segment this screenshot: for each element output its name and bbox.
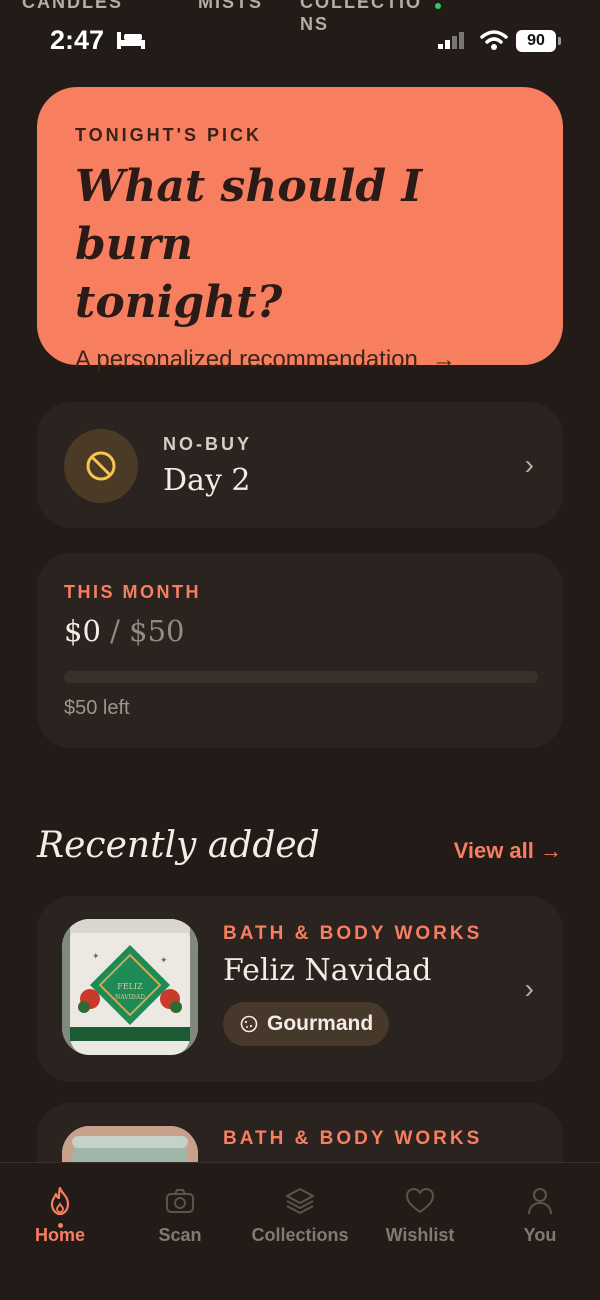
recently-added-heading: Recently added: [37, 825, 320, 866]
tonights-pick-card[interactable]: TONIGHT'S PICK What should I burn tonigh…: [37, 87, 563, 373]
hero-title: What should I burn tonight?: [75, 158, 525, 332]
budget-amount: $50: [129, 614, 185, 648]
heart-icon: [406, 1188, 434, 1213]
tab-label: Home: [34, 1225, 85, 1245]
tab-label: Collections: [251, 1225, 349, 1245]
tab-wishlist[interactable]: Wishlist: [360, 1185, 480, 1246]
arrow-right-icon: →: [431, 346, 456, 373]
battery-indicator: 90: [516, 30, 561, 52]
budget-remaining: $50 left: [64, 697, 130, 719]
cookie-icon: [240, 1015, 258, 1033]
no-buy-day-count: Day 2: [163, 463, 251, 498]
item-brand: BATH & BODY WORKS: [223, 923, 483, 944]
candle-thumbnail: FELIZ NAVIDAD ✦ ✦: [62, 919, 198, 1055]
list-item[interactable]: FELIZ NAVIDAD ✦ ✦ BATH & BODY WORKS Feli…: [37, 896, 563, 1082]
scent-family-label: Gourmand: [267, 1012, 374, 1035]
item-name: Feliz Navidad: [223, 953, 432, 988]
svg-text:✦: ✦: [160, 955, 168, 965]
budget-progress-bar: [64, 671, 538, 683]
ghost-tab-candles: CANDLES: [22, 0, 124, 12]
amount-separator: /: [100, 614, 130, 648]
green-indicator-dot: [435, 3, 441, 9]
item-brand: BATH & BODY WORKS: [223, 1128, 483, 1149]
ghost-tab-mists: MISTS: [198, 0, 264, 12]
month-label: THIS MONTH: [64, 582, 201, 602]
flame-icon: [50, 1186, 70, 1216]
monthly-budget-card[interactable]: THIS MONTH $0 / $50 $50 left: [37, 553, 563, 748]
hero-title-line-1: What should I burn: [75, 161, 423, 270]
svg-text:✦: ✦: [92, 951, 100, 961]
hero-subtitle-link[interactable]: A personalized recommendation →: [75, 346, 525, 374]
tab-you[interactable]: You: [480, 1185, 600, 1246]
bed-icon: [116, 30, 146, 55]
scent-family-tag: Gourmand: [223, 1002, 390, 1046]
spent-amount: $0: [64, 614, 101, 648]
chevron-right-icon: ›: [524, 973, 534, 1004]
tab-home[interactable]: Home: [0, 1185, 120, 1246]
hero-kicker: TONIGHT'S PICK: [75, 125, 262, 145]
tab-scan[interactable]: Scan: [120, 1185, 240, 1246]
status-bar: 2:47 90: [0, 22, 600, 60]
no-buy-label: NO-BUY: [163, 434, 252, 454]
month-spend-amount: $0 / $50: [64, 614, 184, 648]
tab-label: Wishlist: [385, 1225, 455, 1245]
no-buy-card[interactable]: NO-BUY Day 2 ›: [37, 402, 563, 528]
ghost-tab-collections: COLLECTIO: [300, 0, 422, 12]
person-icon: [528, 1188, 552, 1215]
candle-label-line-1: FELIZ: [117, 982, 143, 991]
chevron-right-icon: ›: [524, 449, 534, 480]
tab-label: You: [523, 1225, 557, 1245]
tab-label: Scan: [158, 1225, 202, 1245]
view-all-link[interactable]: View all →: [454, 838, 562, 864]
cellular-signal-icon: [438, 32, 468, 57]
bottom-tab-bar: Home Scan Collections Wishlist You: [0, 1162, 600, 1300]
hero-title-line-2: tonight?: [75, 277, 283, 328]
no-buy-badge: [64, 429, 138, 503]
candle-label-line-2: NAVIDAD: [115, 994, 145, 1001]
wifi-icon: [480, 29, 508, 56]
hero-subtitle: A personalized recommendation: [75, 346, 418, 373]
layers-icon: [286, 1188, 314, 1214]
tab-collections[interactable]: Collections: [240, 1185, 360, 1246]
prohibited-icon: [86, 451, 116, 481]
status-time: 2:47: [50, 25, 105, 55]
active-indicator-dot: [58, 1223, 63, 1228]
camera-icon: [166, 1189, 194, 1213]
